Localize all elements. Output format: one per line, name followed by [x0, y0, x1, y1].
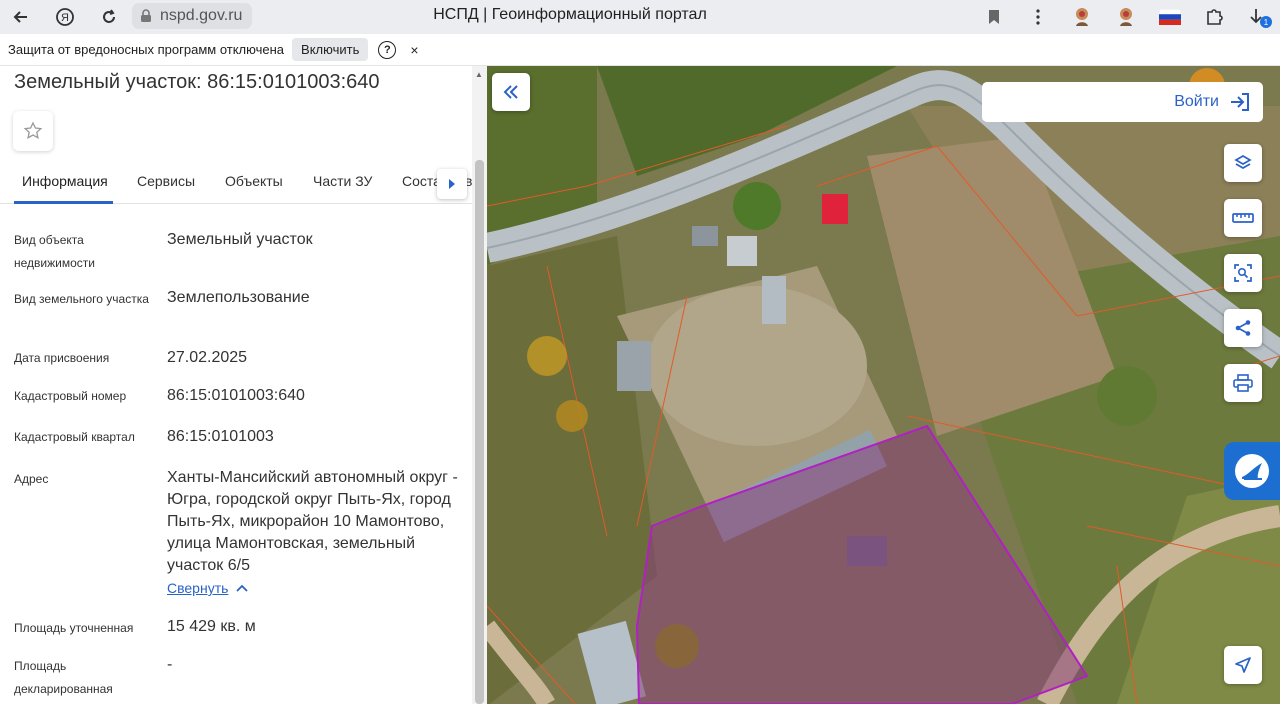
ruler-button[interactable] — [1224, 199, 1262, 237]
panel-title: Земельный участок: 86:15:0101003:640 — [14, 71, 380, 93]
info-tabs: Информация Сервисы Объекты Части ЗУ Сост… — [0, 162, 472, 204]
favorite-button[interactable] — [13, 111, 53, 151]
login-label: Войти — [1174, 93, 1219, 110]
double-chevron-left-icon — [503, 85, 518, 99]
menu-icon[interactable] — [1016, 0, 1060, 34]
extensions-puzzle-icon[interactable] — [1192, 0, 1236, 34]
login-button[interactable]: Войти — [982, 82, 1263, 122]
field-label-parcel-type: Вид земельного участка — [14, 292, 149, 306]
share-button[interactable] — [1224, 309, 1262, 347]
russian-flag-icon[interactable] — [1148, 0, 1192, 34]
field-value-specified-area: 15 429 кв. м — [167, 618, 256, 635]
extension-icon[interactable] — [1060, 0, 1104, 34]
warning-text: Защита от вредоносных программ отключена — [8, 42, 285, 57]
enable-protection-button[interactable]: Включить — [292, 38, 369, 61]
object-info-panel: Земельный участок: 86:15:0101003:640 Инф… — [0, 66, 487, 704]
field-label-assignment-date: Дата присвоения — [14, 351, 110, 365]
chevron-up-icon — [236, 584, 249, 592]
chevron-right-icon — [449, 179, 455, 189]
print-button[interactable] — [1224, 364, 1262, 402]
area-select-button[interactable] — [1224, 254, 1262, 292]
locate-me-button[interactable] — [1224, 646, 1262, 684]
panel-scrollbar[interactable]: ▲ — [472, 66, 487, 704]
print-icon — [1233, 374, 1253, 392]
satellite-map-image — [487, 66, 1280, 704]
collapse-address-link[interactable]: Свернуть — [167, 580, 249, 596]
extension-icon[interactable] — [1104, 0, 1148, 34]
field-label-address: Адрес — [14, 472, 49, 486]
star-icon — [23, 121, 43, 139]
page-title: НСПД | Геоинформационный портал — [433, 6, 707, 23]
browser-toolbar: Я nspd.gov.ru НСПД | Геоинформационный п… — [0, 0, 1280, 34]
tab-information[interactable]: Информация — [22, 173, 108, 189]
field-value-object-type: Земельный участок — [167, 231, 313, 248]
field-label-specified-area: Площадь уточненная — [14, 621, 134, 635]
field-value-parcel-type: Землепользование — [167, 289, 310, 306]
tab-services[interactable]: Сервисы — [137, 173, 195, 189]
scrollbar-thumb[interactable] — [475, 160, 484, 704]
close-warning-icon[interactable]: × — [410, 42, 418, 58]
tab-objects[interactable]: Объекты — [225, 173, 283, 189]
field-value-cadastral-number: 86:15:0101003:640 — [167, 387, 305, 404]
layers-button[interactable] — [1224, 144, 1262, 182]
downloads-badge: 1 — [1260, 16, 1272, 28]
map-view[interactable]: Войти — [487, 66, 1280, 704]
ruler-icon — [1232, 213, 1254, 223]
field-label-object-type: Вид объекта недвижимости — [14, 233, 95, 270]
protection-warning-bar: Защита от вредоносных программ отключена… — [0, 34, 1280, 66]
area-select-icon — [1234, 264, 1252, 282]
field-label-cadastral-number: Кадастровый номер — [14, 389, 127, 403]
active-tab-indicator — [14, 201, 113, 204]
collapse-panel-button[interactable] — [492, 73, 530, 111]
tab-parcel-parts[interactable]: Части ЗУ — [313, 173, 372, 189]
navigation-arrow-icon — [1235, 657, 1251, 673]
field-label-declared-area: Площадь декларированная — [14, 659, 113, 696]
help-icon[interactable]: ? — [378, 40, 397, 59]
assistant-icon — [1235, 454, 1269, 488]
collapse-link-text: Свернуть — [167, 580, 229, 596]
share-icon — [1235, 320, 1251, 336]
field-value-address: Ханты-Мансийский автономный округ - Югра… — [167, 469, 458, 574]
tabs-scroll-right-button[interactable] — [437, 169, 467, 199]
assistant-button[interactable] — [1224, 442, 1280, 500]
field-value-declared-area: - — [167, 656, 173, 673]
field-value-assignment-date: 27.02.2025 — [167, 349, 248, 366]
field-label-cadastral-quarter: Кадастровый квартал — [14, 430, 135, 444]
layers-icon — [1234, 155, 1252, 169]
bookmark-icon[interactable] — [972, 0, 1016, 34]
downloads-icon[interactable]: 1 — [1236, 0, 1280, 34]
login-icon — [1231, 93, 1249, 111]
scroll-up-icon[interactable]: ▲ — [475, 70, 483, 79]
field-value-cadastral-quarter: 86:15:0101003 — [167, 428, 274, 445]
